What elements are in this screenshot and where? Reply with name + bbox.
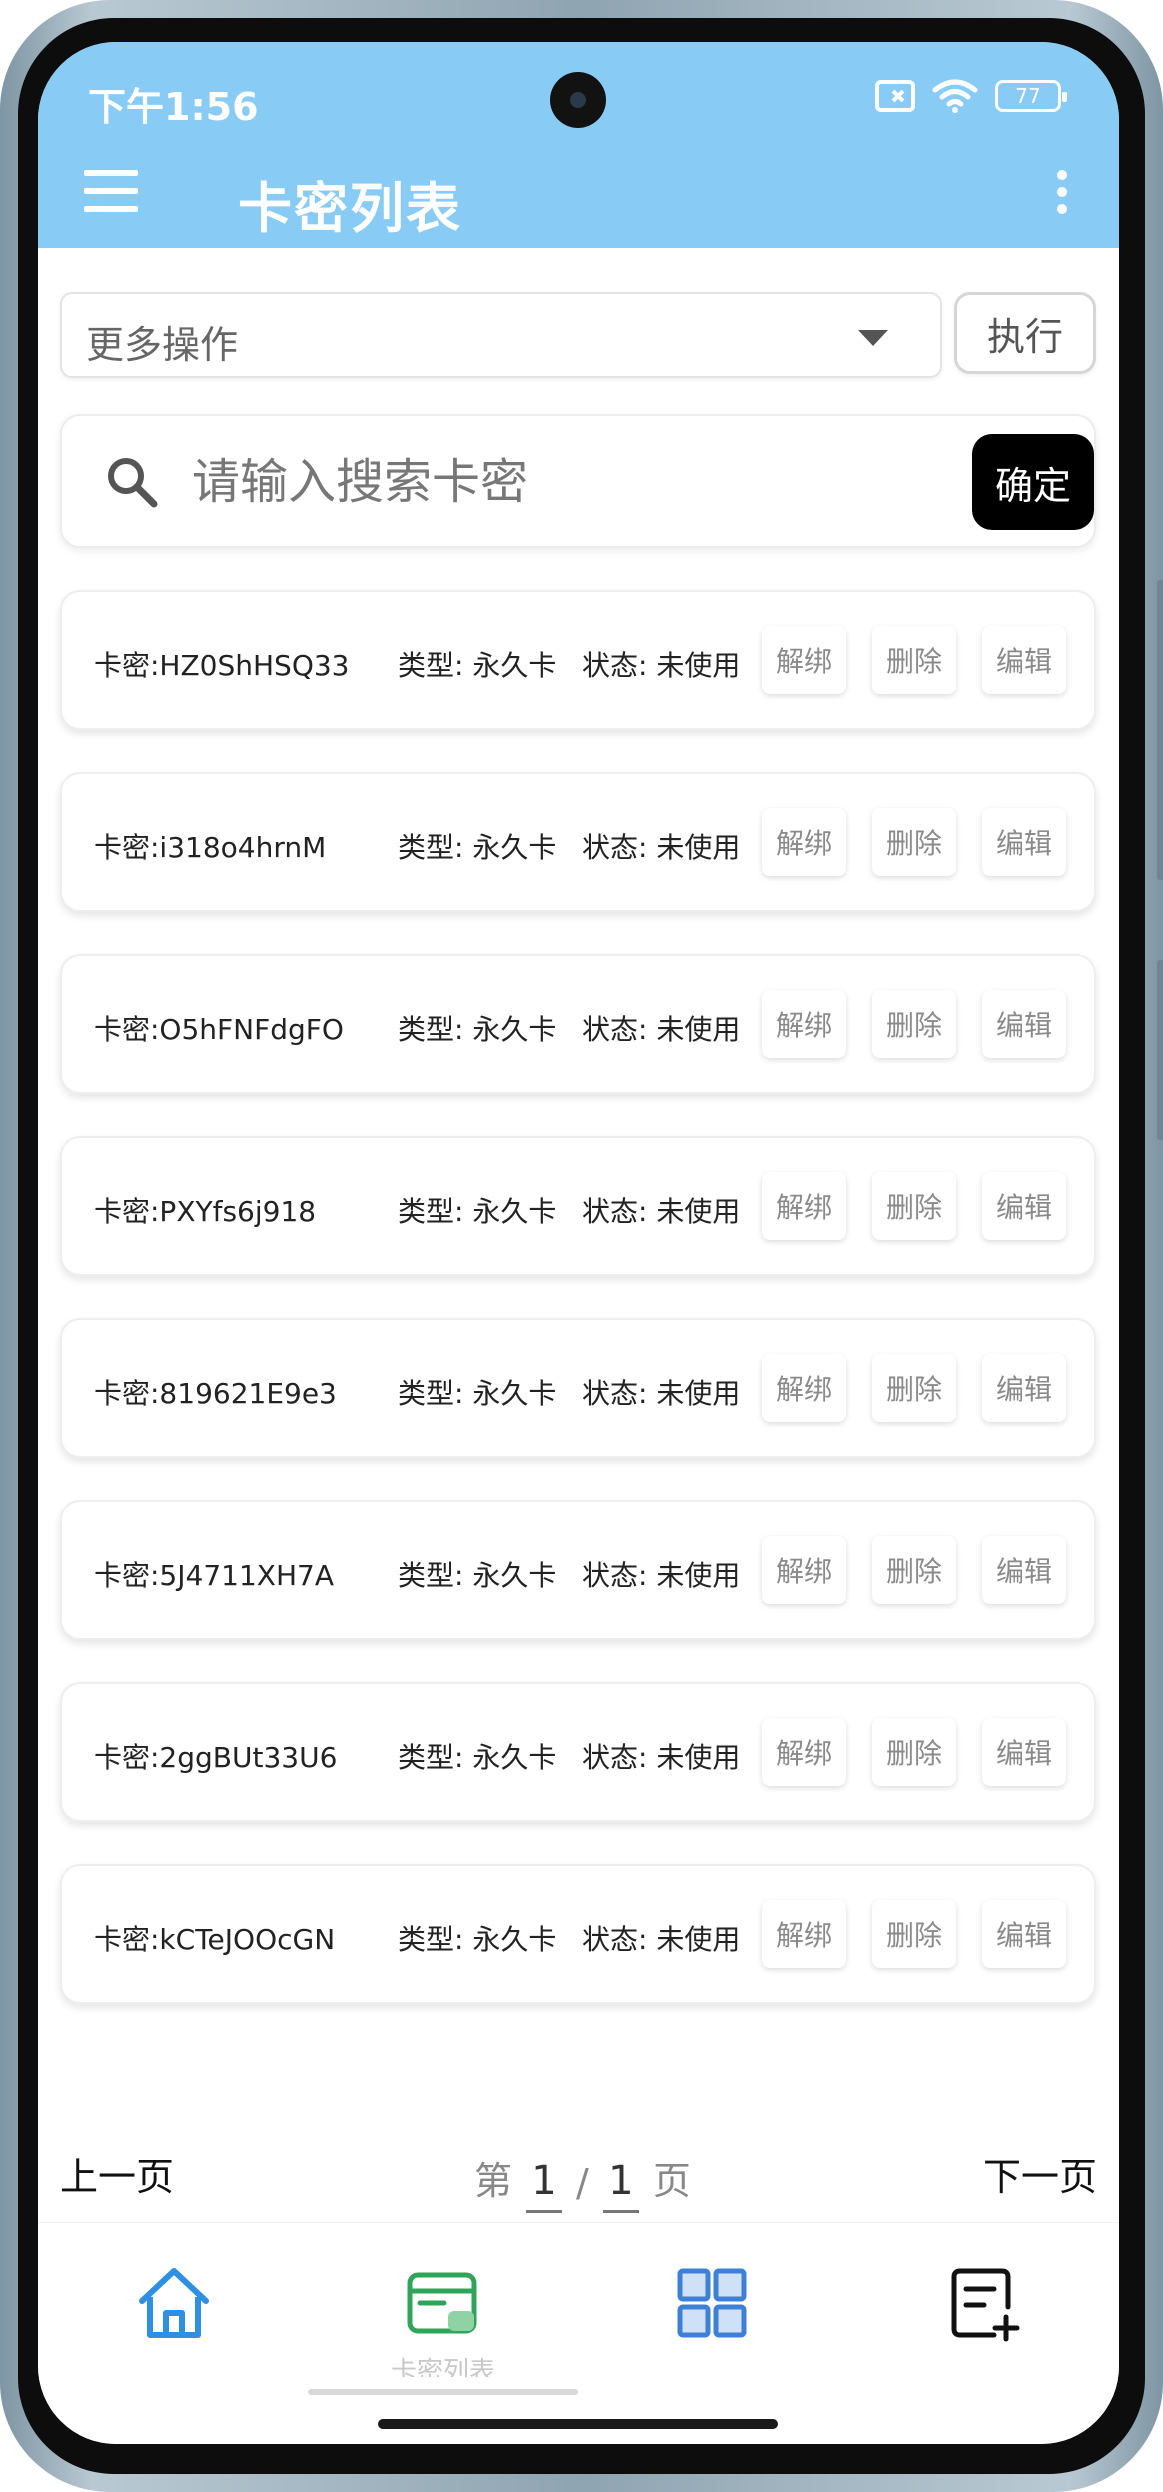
unbind-button[interactable]: 解绑 xyxy=(762,990,846,1058)
unbind-button[interactable]: 解绑 xyxy=(762,1172,846,1240)
pagination: 上一页 第 1 / 1 页 下一页 xyxy=(38,2110,1119,2222)
unbind-button[interactable]: 解绑 xyxy=(762,626,846,694)
add-note-icon[interactable] xyxy=(944,2263,1024,2343)
edit-button[interactable]: 编辑 xyxy=(982,1536,1066,1604)
page-title: 卡密列表 xyxy=(238,177,462,240)
current-page-input[interactable]: 1 xyxy=(526,2158,563,2213)
card-status: 状态: 未使用 xyxy=(582,1559,741,1592)
bulk-action-label: 更多操作 xyxy=(86,323,239,367)
confirm-button[interactable]: 确定 xyxy=(972,434,1094,530)
card-type: 类型: 永久卡 xyxy=(398,649,557,682)
delete-button[interactable]: 删除 xyxy=(872,1172,956,1240)
unbind-button[interactable]: 解绑 xyxy=(762,1718,846,1786)
menu-icon[interactable] xyxy=(84,170,138,212)
delete-button[interactable]: 删除 xyxy=(872,1354,956,1422)
app-bar: 下午1:56 77 卡密列表 xyxy=(38,42,1119,248)
delete-button[interactable]: 删除 xyxy=(872,1718,956,1786)
card-type: 类型: 永久卡 xyxy=(398,1559,557,1592)
delete-button[interactable]: 删除 xyxy=(872,808,956,876)
no-sim-icon xyxy=(875,80,915,112)
card-type: 类型: 永久卡 xyxy=(398,1195,557,1228)
delete-button[interactable]: 删除 xyxy=(872,990,956,1058)
edit-button[interactable]: 编辑 xyxy=(982,1900,1066,1968)
bulk-action-select[interactable]: 更多操作 xyxy=(60,292,942,378)
card-key: 卡密:2ggBUt33U6 xyxy=(94,1741,338,1774)
screen: 下午1:56 77 卡密列表 更多操作 执行 请输入搜索卡密 确定 卡密:HZ0… xyxy=(38,42,1119,2444)
more-options-icon[interactable] xyxy=(1055,170,1069,214)
card-key: 卡密:kCTeJOOcGN xyxy=(94,1923,336,1956)
card-item: 卡密:PXYfs6j918 类型: 永久卡 状态: 未使用 解绑 删除 编辑 xyxy=(60,1136,1096,1276)
edit-button[interactable]: 编辑 xyxy=(982,1718,1066,1786)
page-suffix: 页 xyxy=(652,2159,691,2203)
status-time: 下午1:56 xyxy=(88,85,259,129)
card-status: 状态: 未使用 xyxy=(582,1013,741,1046)
card-type: 类型: 永久卡 xyxy=(398,1741,557,1774)
unbind-button[interactable]: 解绑 xyxy=(762,1900,846,1968)
next-page-button[interactable]: 下一页 xyxy=(983,2146,1097,2201)
edit-button[interactable]: 编辑 xyxy=(982,1172,1066,1240)
edit-button[interactable]: 编辑 xyxy=(982,626,1066,694)
card-type: 类型: 永久卡 xyxy=(398,1377,557,1410)
search-bar: 确定 xyxy=(60,414,1096,548)
wifi-icon xyxy=(932,79,978,113)
delete-button[interactable]: 删除 xyxy=(872,1536,956,1604)
bottom-nav: 卡密列表 xyxy=(38,2222,1119,2444)
volume-button xyxy=(1157,580,1163,880)
card-type: 类型: 永久卡 xyxy=(398,1013,557,1046)
nav-label-card-list: 卡密列表 xyxy=(390,2357,495,2377)
home-gesture-bar[interactable] xyxy=(378,2419,778,2429)
card-item: 卡密:HZ0ShHSQ33 类型: 永久卡 状态: 未使用 解绑 删除 编辑 xyxy=(60,590,1096,730)
unbind-button[interactable]: 解绑 xyxy=(762,1536,846,1604)
page-indicator: 第 1 / 1 页 xyxy=(474,2150,691,2213)
card-key: 卡密:5J4711XH7A xyxy=(94,1559,334,1592)
unbind-button[interactable]: 解绑 xyxy=(762,808,846,876)
card-item: 卡密:i318o4hrnM 类型: 永久卡 状态: 未使用 解绑 删除 编辑 xyxy=(60,772,1096,912)
card-status: 状态: 未使用 xyxy=(582,831,741,864)
card-status: 状态: 未使用 xyxy=(582,1377,741,1410)
card-type: 类型: 永久卡 xyxy=(398,831,557,864)
card-status: 状态: 未使用 xyxy=(582,1741,741,1774)
home-icon[interactable] xyxy=(134,2263,214,2343)
page-prefix: 第 xyxy=(474,2159,513,2203)
battery-icon: 77 xyxy=(995,80,1067,112)
card-item: 卡密:5J4711XH7A 类型: 永久卡 状态: 未使用 解绑 删除 编辑 xyxy=(60,1500,1096,1640)
delete-button[interactable]: 删除 xyxy=(872,1900,956,1968)
card-status: 状态: 未使用 xyxy=(582,1195,741,1228)
card-key: 卡密:O5hFNFdgFO xyxy=(94,1013,344,1046)
caret-down-icon xyxy=(858,330,888,346)
card-key: 卡密:819621E9e3 xyxy=(94,1377,337,1410)
card-item: 卡密:819621E9e3 类型: 永久卡 状态: 未使用 解绑 删除 编辑 xyxy=(60,1318,1096,1458)
prev-page-button[interactable]: 上一页 xyxy=(60,2146,174,2201)
card-key: 卡密:PXYfs6j918 xyxy=(94,1195,317,1228)
card-type: 类型: 永久卡 xyxy=(398,1923,557,1956)
card-item: 卡密:2ggBUt33U6 类型: 永久卡 状态: 未使用 解绑 删除 编辑 xyxy=(60,1682,1096,1822)
grid-icon[interactable] xyxy=(672,2263,752,2343)
power-button xyxy=(1157,960,1163,1140)
delete-button[interactable]: 删除 xyxy=(872,626,956,694)
card-item: 卡密:O5hFNFdgFO 类型: 永久卡 状态: 未使用 解绑 删除 编辑 xyxy=(60,954,1096,1094)
front-camera xyxy=(550,72,606,128)
search-input[interactable] xyxy=(192,446,612,518)
card-list: 卡密:HZ0ShHSQ33 类型: 永久卡 状态: 未使用 解绑 删除 编辑 卡… xyxy=(60,590,1096,2046)
status-icons: 77 xyxy=(875,78,1067,114)
battery-level: 77 xyxy=(1015,84,1041,108)
edit-button[interactable]: 编辑 xyxy=(982,1354,1066,1422)
edit-button[interactable]: 编辑 xyxy=(982,808,1066,876)
card-key: 卡密:i318o4hrnM xyxy=(94,831,327,864)
page-separator: / xyxy=(576,2161,589,2205)
card-status: 状态: 未使用 xyxy=(582,1923,741,1956)
card-key: 卡密:HZ0ShHSQ33 xyxy=(94,649,350,682)
card-item: 卡密:kCTeJOOcGN 类型: 永久卡 状态: 未使用 解绑 删除 编辑 xyxy=(60,1864,1096,2004)
execute-button[interactable]: 执行 xyxy=(954,292,1096,374)
total-pages: 1 xyxy=(602,2158,639,2213)
unbind-button[interactable]: 解绑 xyxy=(762,1354,846,1422)
card-status: 状态: 未使用 xyxy=(582,649,741,682)
nav-active-indicator xyxy=(308,2389,578,2395)
card-list-icon[interactable] xyxy=(402,2263,482,2343)
search-icon xyxy=(108,458,158,508)
edit-button[interactable]: 编辑 xyxy=(982,990,1066,1058)
